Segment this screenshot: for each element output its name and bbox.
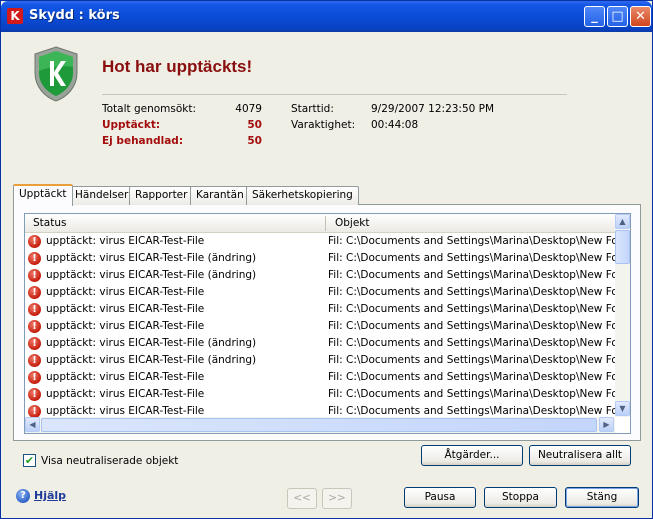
row-object: Fil: C:\Documents and Settings\Marina\De… <box>328 269 615 281</box>
detected-label: Upptäckt: <box>102 119 161 131</box>
page-title: Hot har upptäckts! <box>102 57 253 76</box>
tab-reports[interactable]: Rapporter <box>129 186 194 205</box>
scroll-left-button[interactable]: ◀ <box>25 417 40 432</box>
row-object: Fil: C:\Documents and Settings\Marina\De… <box>328 405 615 417</box>
shield-icon <box>34 46 78 102</box>
warning-icon: ! <box>28 286 41 299</box>
warning-icon: ! <box>28 354 41 367</box>
table-row[interactable]: ! upptäckt: virus EICAR-Test-File Fil: C:\… <box>25 403 615 417</box>
warning-icon: ! <box>28 337 41 350</box>
start-time-label: Starttid: <box>291 103 334 115</box>
divider <box>102 94 567 95</box>
table-row[interactable]: ! upptäckt: virus EICAR-Test-File Fil: C:\… <box>25 233 615 250</box>
vertical-scrollbar[interactable]: ▲ ▼ <box>615 214 630 417</box>
application-window: K Skydd : körs _ □ ✕ Hot har upptäckts! … <box>0 0 653 519</box>
next-button[interactable]: >> <box>322 488 352 509</box>
column-separator[interactable] <box>325 216 326 231</box>
column-header-object[interactable]: Objekt <box>335 217 370 229</box>
row-object: Fil: C:\Documents and Settings\Marina\De… <box>328 371 615 383</box>
row-object: Fil: C:\Documents and Settings\Marina\De… <box>328 286 615 298</box>
row-status: upptäckt: virus EICAR-Test-File <box>46 371 205 383</box>
maximize-button[interactable]: □ <box>607 6 628 27</box>
kaspersky-app-icon: K <box>7 8 23 24</box>
untreated-value: 50 <box>247 135 262 147</box>
warning-icon: ! <box>28 405 41 417</box>
table-row[interactable]: ! upptäckt: virus EICAR-Test-File Fil: C:\… <box>25 386 615 403</box>
column-header-status[interactable]: Status <box>33 217 66 229</box>
row-object: Fil: C:\Documents and Settings\Marina\De… <box>328 337 615 349</box>
table-row[interactable]: ! upptäckt: virus EICAR-Test-File Fil: C:\… <box>25 318 615 335</box>
horizontal-scroll-thumb[interactable] <box>41 418 597 432</box>
warning-icon: ! <box>28 371 41 384</box>
row-status: upptäckt: virus EICAR-Test-File <box>46 286 205 298</box>
show-neutralized-checkbox[interactable]: ✔ <box>23 454 36 467</box>
previous-button[interactable]: << <box>287 488 317 509</box>
vertical-scroll-thumb[interactable] <box>615 230 630 264</box>
row-status: upptäckt: virus EICAR-Test-File <box>46 303 205 315</box>
duration-label: Varaktighet: <box>291 119 356 131</box>
table-row[interactable]: ! upptäckt: virus EICAR-Test-File Fil: C:\… <box>25 369 615 386</box>
untreated-label: Ej behandlad: <box>102 135 184 147</box>
row-status: upptäckt: virus EICAR-Test-File <box>46 235 205 247</box>
show-neutralized-label[interactable]: Visa neutraliserade objekt <box>41 455 178 467</box>
table-row[interactable]: ! upptäckt: virus EICAR-Test-File (ändrin… <box>25 352 615 369</box>
tab-backup[interactable]: Säkerhetskopiering <box>246 186 359 205</box>
row-object: Fil: C:\Documents and Settings\Marina\De… <box>328 252 615 264</box>
actions-button[interactable]: Åtgärder... <box>421 445 523 466</box>
start-time-value: 9/29/2007 12:23:50 PM <box>371 103 495 115</box>
table-row[interactable]: ! upptäckt: virus EICAR-Test-File (ändrin… <box>25 335 615 352</box>
row-object: Fil: C:\Documents and Settings\Marina\De… <box>328 320 615 332</box>
row-status: upptäckt: virus EICAR-Test-File (ändring… <box>46 269 257 281</box>
row-object: Fil: C:\Documents and Settings\Marina\De… <box>328 388 615 400</box>
window-title: Skydd : körs <box>29 8 120 23</box>
duration-value: 00:44:08 <box>371 119 419 131</box>
list-rows: ! upptäckt: virus EICAR-Test-File Fil: C:\… <box>25 233 615 417</box>
row-status: upptäckt: virus EICAR-Test-File <box>46 388 205 400</box>
close-window-button[interactable]: ✕ <box>630 6 651 27</box>
row-status: upptäckt: virus EICAR-Test-File <box>46 405 205 417</box>
list-header: Status Objekt <box>25 214 615 233</box>
tab-detected[interactable]: Upptäckt <box>13 184 73 206</box>
scroll-down-button[interactable]: ▼ <box>615 401 630 416</box>
warning-icon: ! <box>28 388 41 401</box>
row-status: upptäckt: virus EICAR-Test-File (ändring… <box>46 354 257 366</box>
scroll-up-button[interactable]: ▲ <box>615 214 630 229</box>
horizontal-scrollbar[interactable]: ◀ ▶ <box>25 417 615 433</box>
tab-events[interactable]: Händelser <box>69 186 135 205</box>
close-button[interactable]: Stäng <box>565 487 639 508</box>
table-row[interactable]: ! upptäckt: virus EICAR-Test-File Fil: C:\… <box>25 301 615 318</box>
scroll-right-button[interactable]: ▶ <box>599 417 614 432</box>
row-object: Fil: C:\Documents and Settings\Marina\De… <box>328 303 615 315</box>
row-status: upptäckt: virus EICAR-Test-File (ändring… <box>46 337 257 349</box>
warning-icon: ! <box>28 320 41 333</box>
row-status: upptäckt: virus EICAR-Test-File (ändring… <box>46 252 257 264</box>
scanned-label: Totalt genomsökt: <box>102 103 197 115</box>
scanned-value: 4079 <box>235 103 262 115</box>
detected-value: 50 <box>247 119 262 131</box>
warning-icon: ! <box>28 269 41 282</box>
row-status: upptäckt: virus EICAR-Test-File <box>46 320 205 332</box>
table-row[interactable]: ! upptäckt: virus EICAR-Test-File (ändrin… <box>25 267 615 284</box>
warning-icon: ! <box>28 303 41 316</box>
minimize-button[interactable]: _ <box>584 6 605 27</box>
pause-button[interactable]: Pausa <box>404 487 476 508</box>
table-row[interactable]: ! upptäckt: virus EICAR-Test-File (ändrin… <box>25 250 615 267</box>
tab-quarantine[interactable]: Karantän <box>190 186 250 205</box>
row-object: Fil: C:\Documents and Settings\Marina\De… <box>328 354 615 366</box>
table-row[interactable]: ! upptäckt: virus EICAR-Test-File Fil: C:\… <box>25 284 615 301</box>
stop-button[interactable]: Stoppa <box>484 487 557 508</box>
neutralize-all-button[interactable]: Neutralisera allt <box>529 445 631 466</box>
help-icon[interactable]: ? <box>16 489 30 503</box>
title-bar[interactable]: K Skydd : körs _ □ ✕ <box>1 1 652 32</box>
detected-objects-list[interactable]: Status Objekt ! upptäckt: virus EICAR-Tes… <box>24 213 631 434</box>
row-object: Fil: C:\Documents and Settings\Marina\De… <box>328 235 615 247</box>
help-link[interactable]: Hjälp <box>34 489 66 502</box>
warning-icon: ! <box>28 235 41 248</box>
warning-icon: ! <box>28 252 41 265</box>
